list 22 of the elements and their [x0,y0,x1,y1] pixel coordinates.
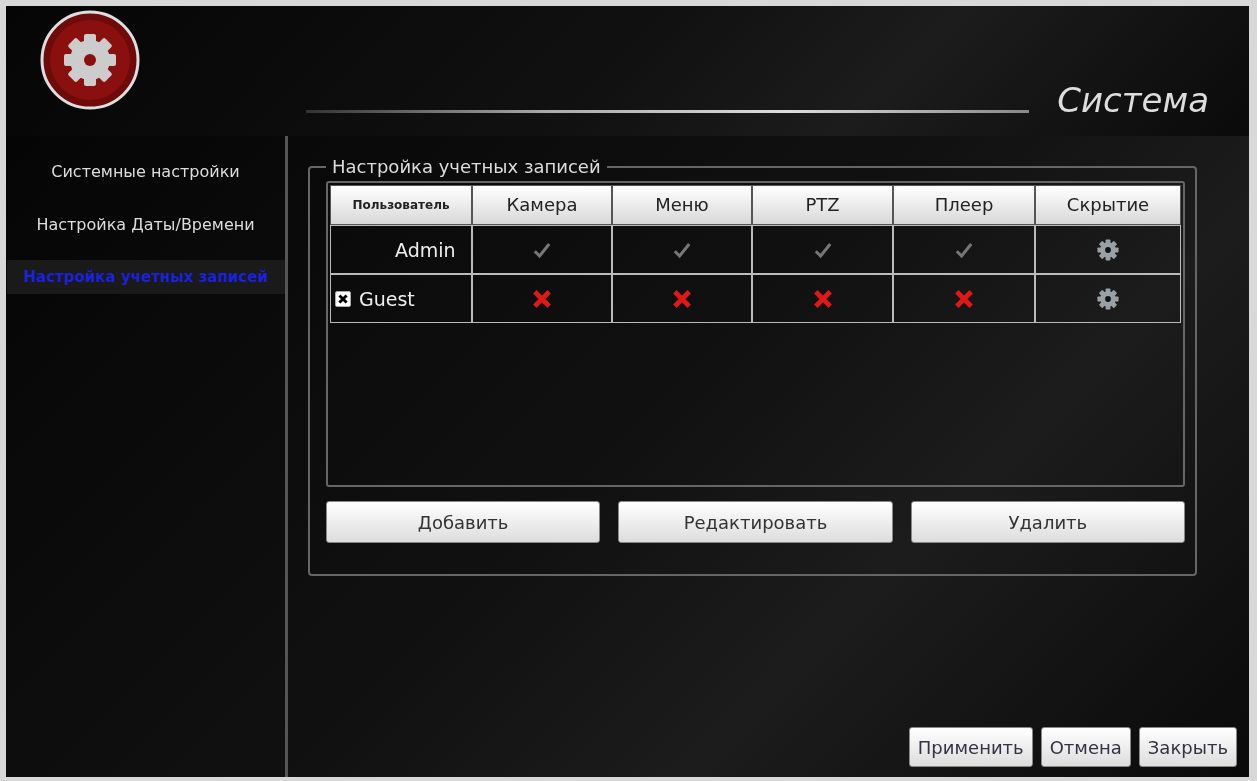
column-header: Скрытие [1035,185,1181,225]
settings-icon[interactable] [1096,286,1120,311]
sidebar-item[interactable]: Системные настройки [47,154,244,189]
settings-icon[interactable] [1096,237,1120,262]
gear-icon [40,10,140,110]
user-name: Admin [394,238,456,261]
checkbox[interactable] [335,290,351,307]
user-name: Guest [359,287,415,310]
panel-title: Настройка учетных записей [331,156,602,177]
column-header: PTZ [752,185,893,225]
action-button[interactable]: Удалить [910,501,1185,543]
column-header: Меню [612,185,752,225]
column-header: Плеер [893,185,1035,225]
footer-button[interactable]: Закрыть [1138,727,1237,767]
footer-button[interactable]: Применить [908,727,1033,767]
window-title: Система [1057,80,1209,120]
column-header: Пользователь [330,185,472,225]
column-header: Камера [472,185,612,225]
action-button[interactable]: Добавить [326,501,601,543]
footer-button[interactable]: Отмена [1040,727,1131,767]
action-button[interactable]: Редактировать [618,501,893,543]
sidebar-item[interactable]: Настройка Даты/Времени [32,207,259,242]
